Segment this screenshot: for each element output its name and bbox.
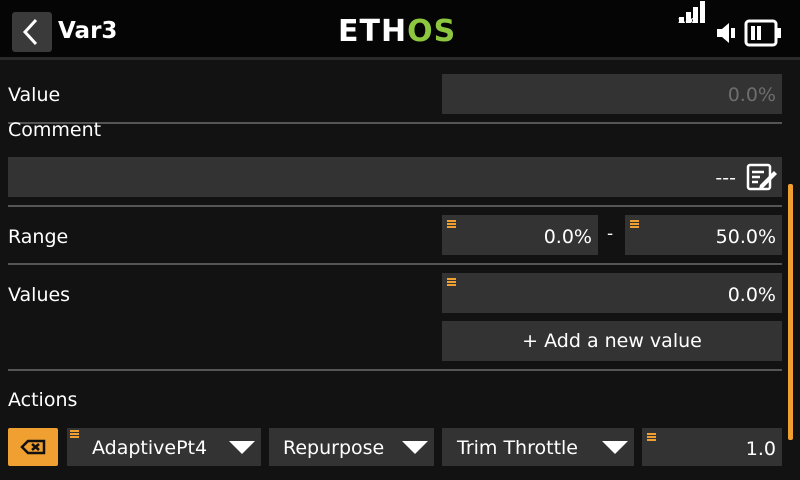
divider [8,263,782,265]
ethos-logo: ETHOS [338,14,457,49]
range-separator: - [607,224,614,244]
speaker-icon [717,23,735,43]
action-clear-button[interactable] [8,428,58,466]
editable-marker-icon [447,278,456,286]
comment-field[interactable]: --- [8,157,782,197]
action-amount-text: 1.0 [745,438,776,460]
divider [8,369,782,371]
editable-marker-icon [647,433,656,441]
edit-icon[interactable] [746,162,778,192]
editable-marker-icon [447,220,456,228]
action-amount-field[interactable]: 1.0 [642,428,782,466]
range-max-text: 50.0% [715,226,776,248]
values-label: Values [8,284,71,306]
action-target-dropdown[interactable]: Trim Throttle [442,428,634,466]
action-type-dropdown[interactable]: Repurpose [269,428,434,466]
header-bar: Var3 ETHOS 2.4G [0,0,800,60]
value-label: Value [8,84,61,106]
editable-marker-icon [630,220,639,228]
chevron-down-icon [402,441,428,454]
chevron-down-icon [602,441,628,454]
comment-label: Comment [8,119,102,141]
range-max-field[interactable]: 50.0% [625,215,782,255]
back-icon [22,18,38,46]
action-mode-dropdown[interactable]: AdaptivePt4 [67,428,261,466]
clear-icon [20,439,46,455]
page-title: Var3 [58,18,118,44]
values-text: 0.0% [727,284,776,306]
comment-text: --- [715,167,736,189]
action-type-text: Repurpose [283,437,385,459]
actions-label: Actions [8,389,78,411]
battery-icon [744,19,781,47]
add-value-button[interactable]: + Add a new value [442,321,782,361]
range-min-text: 0.0% [543,226,592,248]
action-mode-text: AdaptivePt4 [92,437,208,459]
value-text: 0.0% [727,84,776,106]
scrollbar[interactable] [788,184,793,440]
divider [8,205,782,207]
chevron-down-icon [229,441,255,454]
value-field: 0.0% [442,74,782,114]
range-min-field[interactable]: 0.0% [442,215,598,255]
divider [8,122,782,124]
values-field[interactable]: 0.0% [442,273,782,313]
back-button[interactable] [12,12,52,52]
range-label: Range [8,226,69,248]
editable-marker-icon [70,430,79,438]
action-target-text: Trim Throttle [457,437,578,459]
